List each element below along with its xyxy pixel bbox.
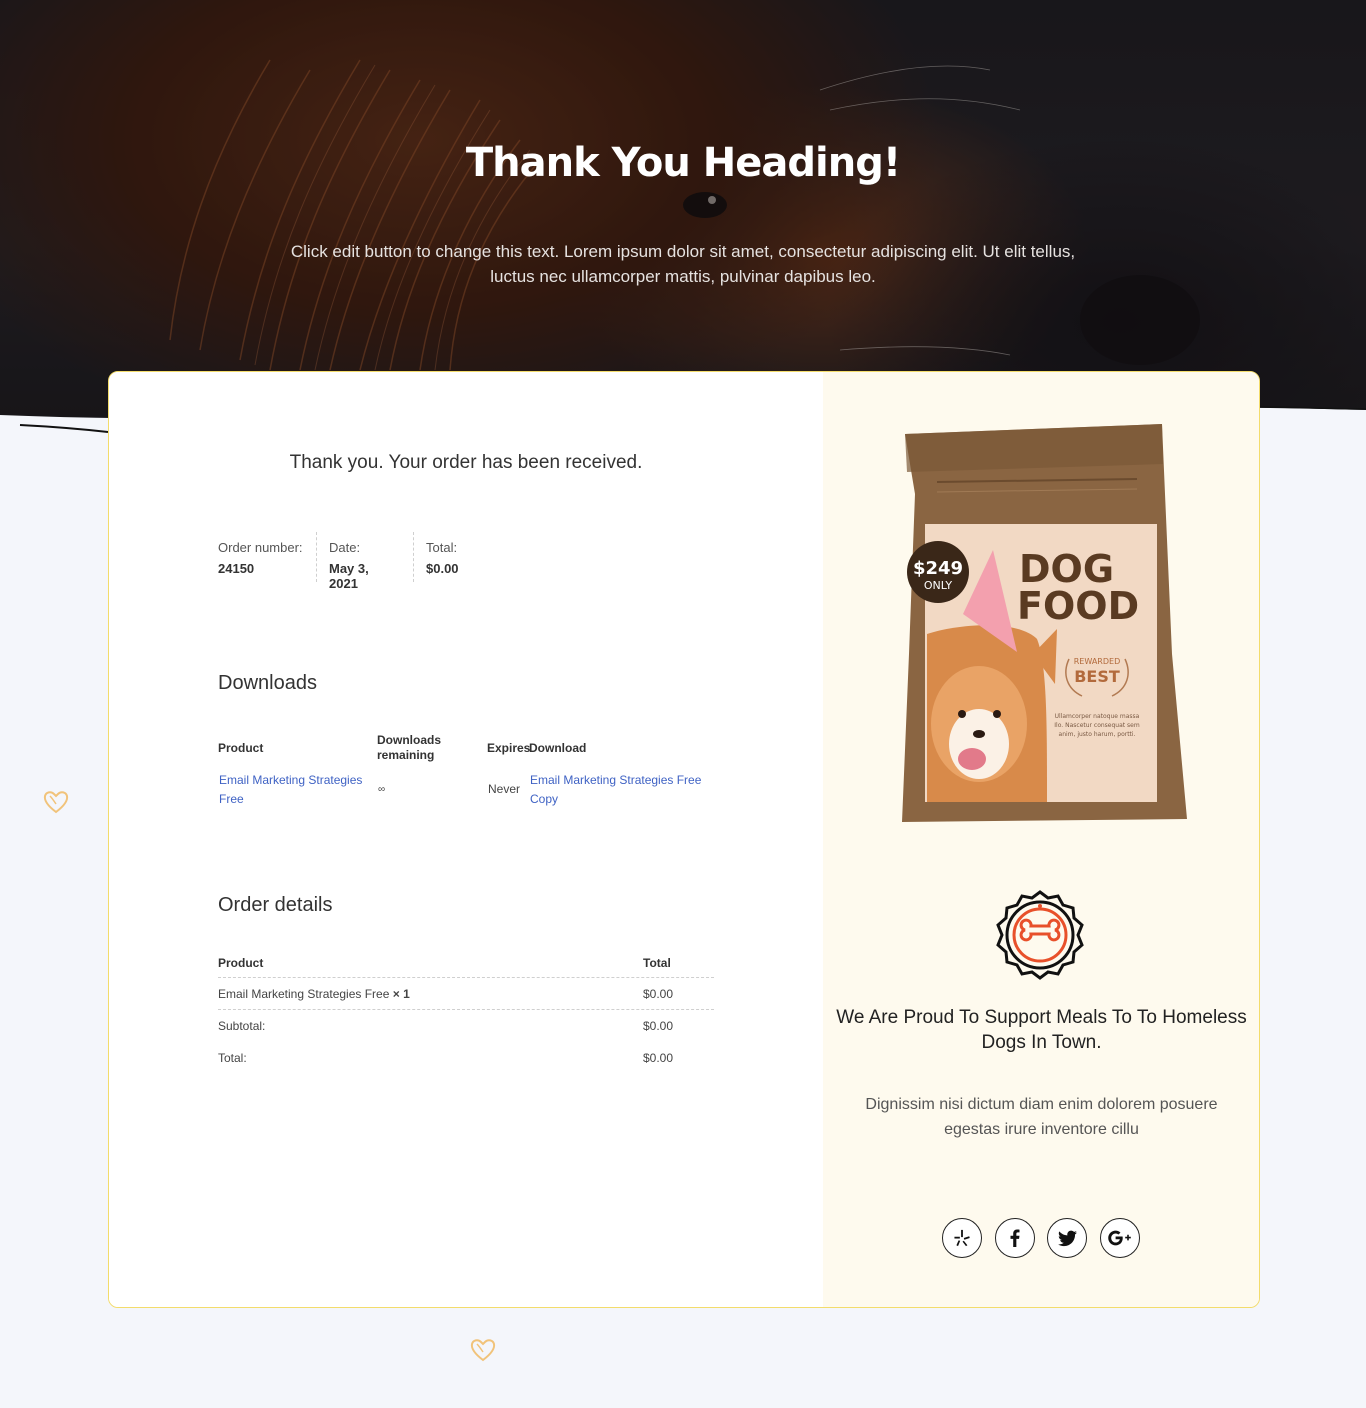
- order-number-value: 24150: [218, 561, 255, 576]
- order-date-label: Date:: [329, 540, 361, 555]
- order-received-message: Thank you. Your order has been received.: [289, 452, 643, 473]
- download-product-link[interactable]: Email Marketing Strategies Free: [219, 771, 369, 809]
- downloads-header-download: Download: [529, 741, 587, 755]
- details-item-total: $0.00: [643, 987, 674, 1001]
- download-product-line2: Free: [219, 792, 244, 806]
- order-details-title: Order details: [218, 894, 333, 916]
- order-total-label: Total:: [426, 540, 458, 555]
- order-summary-panel: Thank you. Your order has been received.…: [109, 372, 823, 1307]
- details-header-total: Total: [643, 956, 671, 970]
- order-details-table: Product Total Email Marketing Strategies…: [218, 950, 714, 1074]
- twitter-button[interactable]: [1047, 1218, 1087, 1258]
- downloads-header-product: Product: [218, 741, 264, 755]
- support-description: Dignissim nisi dictum diam enim dolorem …: [865, 1096, 1218, 1138]
- svg-text:anim, justo harum, portti.: anim, justo harum, portti.: [1059, 731, 1136, 738]
- facebook-icon: [1010, 1229, 1019, 1247]
- bag-brand-line2: FOOD: [1017, 584, 1139, 628]
- details-header-product: Product: [218, 956, 264, 970]
- downloads-remaining-value: ∞: [378, 784, 386, 795]
- twitter-icon: [1057, 1230, 1077, 1246]
- order-overview: Order number: 24150 Date: May 3, 2021 To…: [218, 532, 483, 591]
- download-file-line1: Email Marketing Strategies Free: [530, 773, 702, 787]
- yelp-icon: [954, 1229, 970, 1247]
- dog-food-bag-image: DOG FOOD $249 ONLY REWARDED BEST Ullamco…: [902, 424, 1187, 822]
- table-header-row: Product Total: [218, 950, 714, 978]
- promo-panel: DOG FOOD $249 ONLY REWARDED BEST Ullamco…: [823, 372, 1259, 1307]
- order-number-item: Order number: 24150: [218, 532, 317, 582]
- bag-price-note: ONLY: [924, 579, 953, 592]
- downloads-header-remaining: Downloads remaining: [377, 733, 442, 762]
- order-number-label: Order number:: [218, 540, 303, 555]
- downloads-header-expires: Expires: [487, 741, 531, 755]
- order-date-item: Date: May 3, 2021: [329, 532, 414, 591]
- table-row: Email Marketing Strategies Free × 1 $0.0…: [218, 978, 714, 1010]
- download-product-line1: Email Marketing Strategies: [219, 773, 363, 787]
- downloads-expires-value: Never: [488, 782, 521, 796]
- bag-award-main: BEST: [1074, 667, 1120, 686]
- svg-text:Ilo. Nascetur consequat sem: Ilo. Nascetur consequat sem: [1054, 722, 1140, 729]
- download-file-link[interactable]: Email Marketing Strategies Free Copy: [530, 771, 720, 809]
- total-value: $0.00: [643, 1051, 674, 1065]
- hero-title: Thank You Heading!: [465, 140, 901, 186]
- order-card: Thank you. Your order has been received.…: [108, 371, 1260, 1308]
- total-label: Total:: [218, 1051, 247, 1065]
- subtotal-value: $0.00: [643, 1019, 674, 1033]
- dog-bone-badge-icon: [996, 890, 1084, 980]
- google-plus-icon: [1107, 1230, 1131, 1246]
- facebook-button[interactable]: [994, 1218, 1035, 1258]
- heart-decoration-icon: [43, 791, 69, 814]
- google-plus-button[interactable]: [1099, 1218, 1140, 1258]
- support-title: We Are Proud To Support Meals To To Home…: [836, 1007, 1247, 1053]
- table-row: Total: $0.00: [218, 1042, 714, 1074]
- order-date-value: May 3, 2021: [329, 561, 369, 591]
- order-total-item: Total: $0.00: [426, 532, 471, 582]
- bag-price: $249: [913, 558, 963, 579]
- bag-award-top: REWARDED: [1074, 657, 1121, 666]
- social-links: [942, 1218, 1140, 1258]
- order-total-value: $0.00: [426, 561, 459, 576]
- details-item-cell: Email Marketing Strategies Free × 1: [218, 987, 410, 1001]
- download-file-line2: Copy: [530, 792, 559, 806]
- details-item-qty: × 1: [392, 987, 410, 1001]
- table-row: Subtotal: $0.00: [218, 1010, 714, 1042]
- details-item-name: Email Marketing Strategies Free: [218, 987, 390, 1001]
- downloads-title: Downloads: [218, 672, 317, 694]
- yelp-button[interactable]: [942, 1218, 982, 1258]
- hero-description: Click edit button to change this text. L…: [290, 242, 1076, 286]
- subtotal-label: Subtotal:: [218, 1019, 266, 1033]
- svg-text:Ullamcorper natoque massa: Ullamcorper natoque massa: [1055, 713, 1140, 720]
- heart-decoration-icon: [470, 1339, 496, 1362]
